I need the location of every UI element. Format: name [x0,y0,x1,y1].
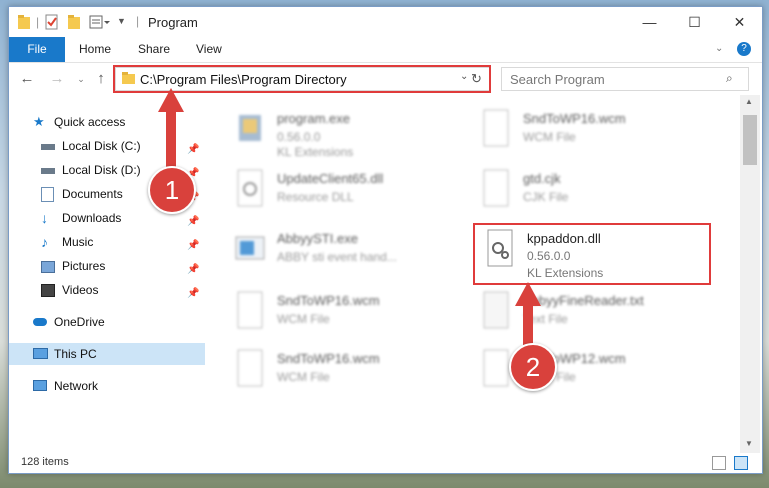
step-badge-1: 1 [148,166,196,214]
arrow-2-head [515,282,541,306]
arrow-1-head [158,88,184,112]
annotation-arrows [158,88,541,350]
step-badge-2: 2 [509,343,557,391]
